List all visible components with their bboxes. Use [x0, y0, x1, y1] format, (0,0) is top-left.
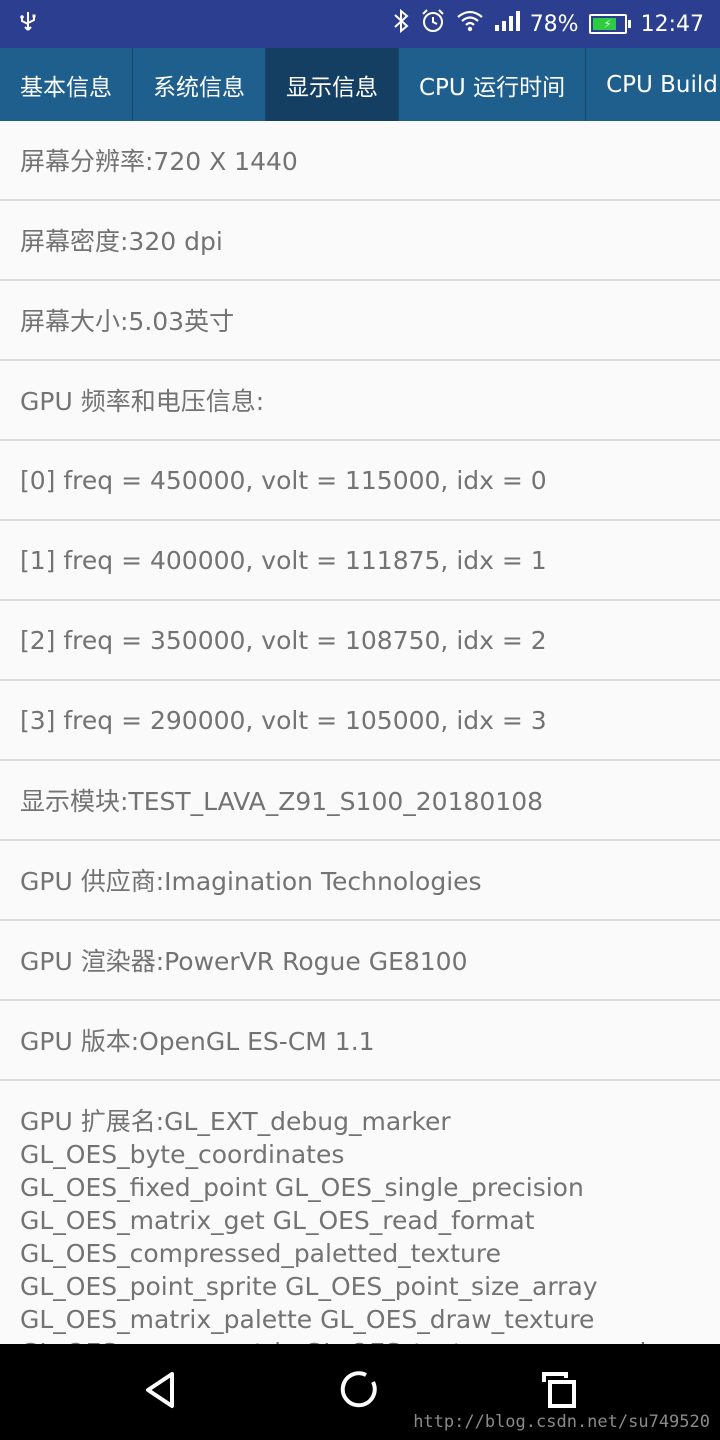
status-left [16, 0, 40, 48]
list-item: 屏幕分辨率:720 X 1440 [0, 121, 720, 201]
tab-basic-info[interactable]: 基本信息 [0, 48, 133, 121]
list-item: 屏幕密度:320 dpi [0, 201, 720, 281]
navigation-bar: http://blog.csdn.net/su749520 [0, 1344, 720, 1440]
tab-display-info[interactable]: 显示信息 [266, 48, 399, 121]
recents-icon [540, 1370, 580, 1414]
list-item: [3] freq = 290000, volt = 105000, idx = … [0, 681, 720, 761]
status-right: 78% ⚡ 12:47 [392, 0, 704, 48]
recents-button[interactable] [536, 1368, 584, 1416]
tab-cpu-uptime[interactable]: CPU 运行时间 [399, 48, 587, 121]
battery-percent: 78% [529, 11, 579, 37]
status-bar: 78% ⚡ 12:47 [0, 0, 720, 48]
extension-line: GL_OES_compressed_paletted_texture [20, 1239, 501, 1268]
list-item: GPU 频率和电压信息: [0, 361, 720, 441]
list-item: GPU 版本:OpenGL ES-CM 1.1 [0, 1001, 720, 1081]
extension-line: GL_OES_point_sprite GL_OES_point_size_ar… [20, 1272, 598, 1301]
list-item: GPU 渲染器:PowerVR Rogue GE8100 [0, 921, 720, 1001]
back-button[interactable] [136, 1368, 184, 1416]
extension-line: GL_OES_query_matrix GL_OES_texture_env_c… [20, 1336, 700, 1344]
tab-bar: 基本信息 系统信息 显示信息 CPU 运行时间 CPU Build [0, 48, 720, 121]
bluetooth-icon [392, 8, 410, 40]
tab-system-info[interactable]: 系统信息 [133, 48, 266, 121]
home-button[interactable] [336, 1368, 384, 1416]
list-item: 屏幕大小:5.03英寸 [0, 281, 720, 361]
extension-line: GL_OES_matrix_get GL_OES_read_format [20, 1206, 535, 1235]
extension-line: GL_OES_fixed_point GL_OES_single_precisi… [20, 1173, 584, 1202]
list-item: GPU 供应商:Imagination Technologies [0, 841, 720, 921]
display-info-list[interactable]: 屏幕分辨率:720 X 1440 屏幕密度:320 dpi 屏幕大小:5.03英… [0, 121, 720, 1344]
alarm-icon [420, 8, 446, 40]
tab-cpu-build[interactable]: CPU Build [586, 48, 720, 121]
gpu-extensions: GPU 扩展名:GL_EXT_debug_marker GL_OES_byte_… [0, 1081, 720, 1344]
back-icon [142, 1370, 178, 1414]
list-item: [2] freq = 350000, volt = 108750, idx = … [0, 601, 720, 681]
charging-icon: ⚡ [603, 17, 612, 31]
extension-line: GL_OES_matrix_palette GL_OES_draw_textur… [20, 1305, 595, 1334]
watermark: http://blog.csdn.net/su749520 [413, 1412, 710, 1432]
signal-icon [494, 10, 520, 38]
wifi-icon [456, 9, 484, 39]
extension-line: GPU 扩展名:GL_EXT_debug_marker [20, 1107, 451, 1136]
usb-icon [16, 10, 40, 38]
list-item: 显示模块:TEST_LAVA_Z91_S100_20180108 [0, 761, 720, 841]
list-item: [1] freq = 400000, volt = 111875, idx = … [0, 521, 720, 601]
home-icon [340, 1370, 380, 1414]
extension-line: GL_OES_byte_coordinates [20, 1140, 345, 1169]
clock: 12:47 [640, 11, 704, 37]
list-item: [0] freq = 450000, volt = 115000, idx = … [0, 441, 720, 521]
battery-icon: ⚡ [588, 14, 631, 34]
